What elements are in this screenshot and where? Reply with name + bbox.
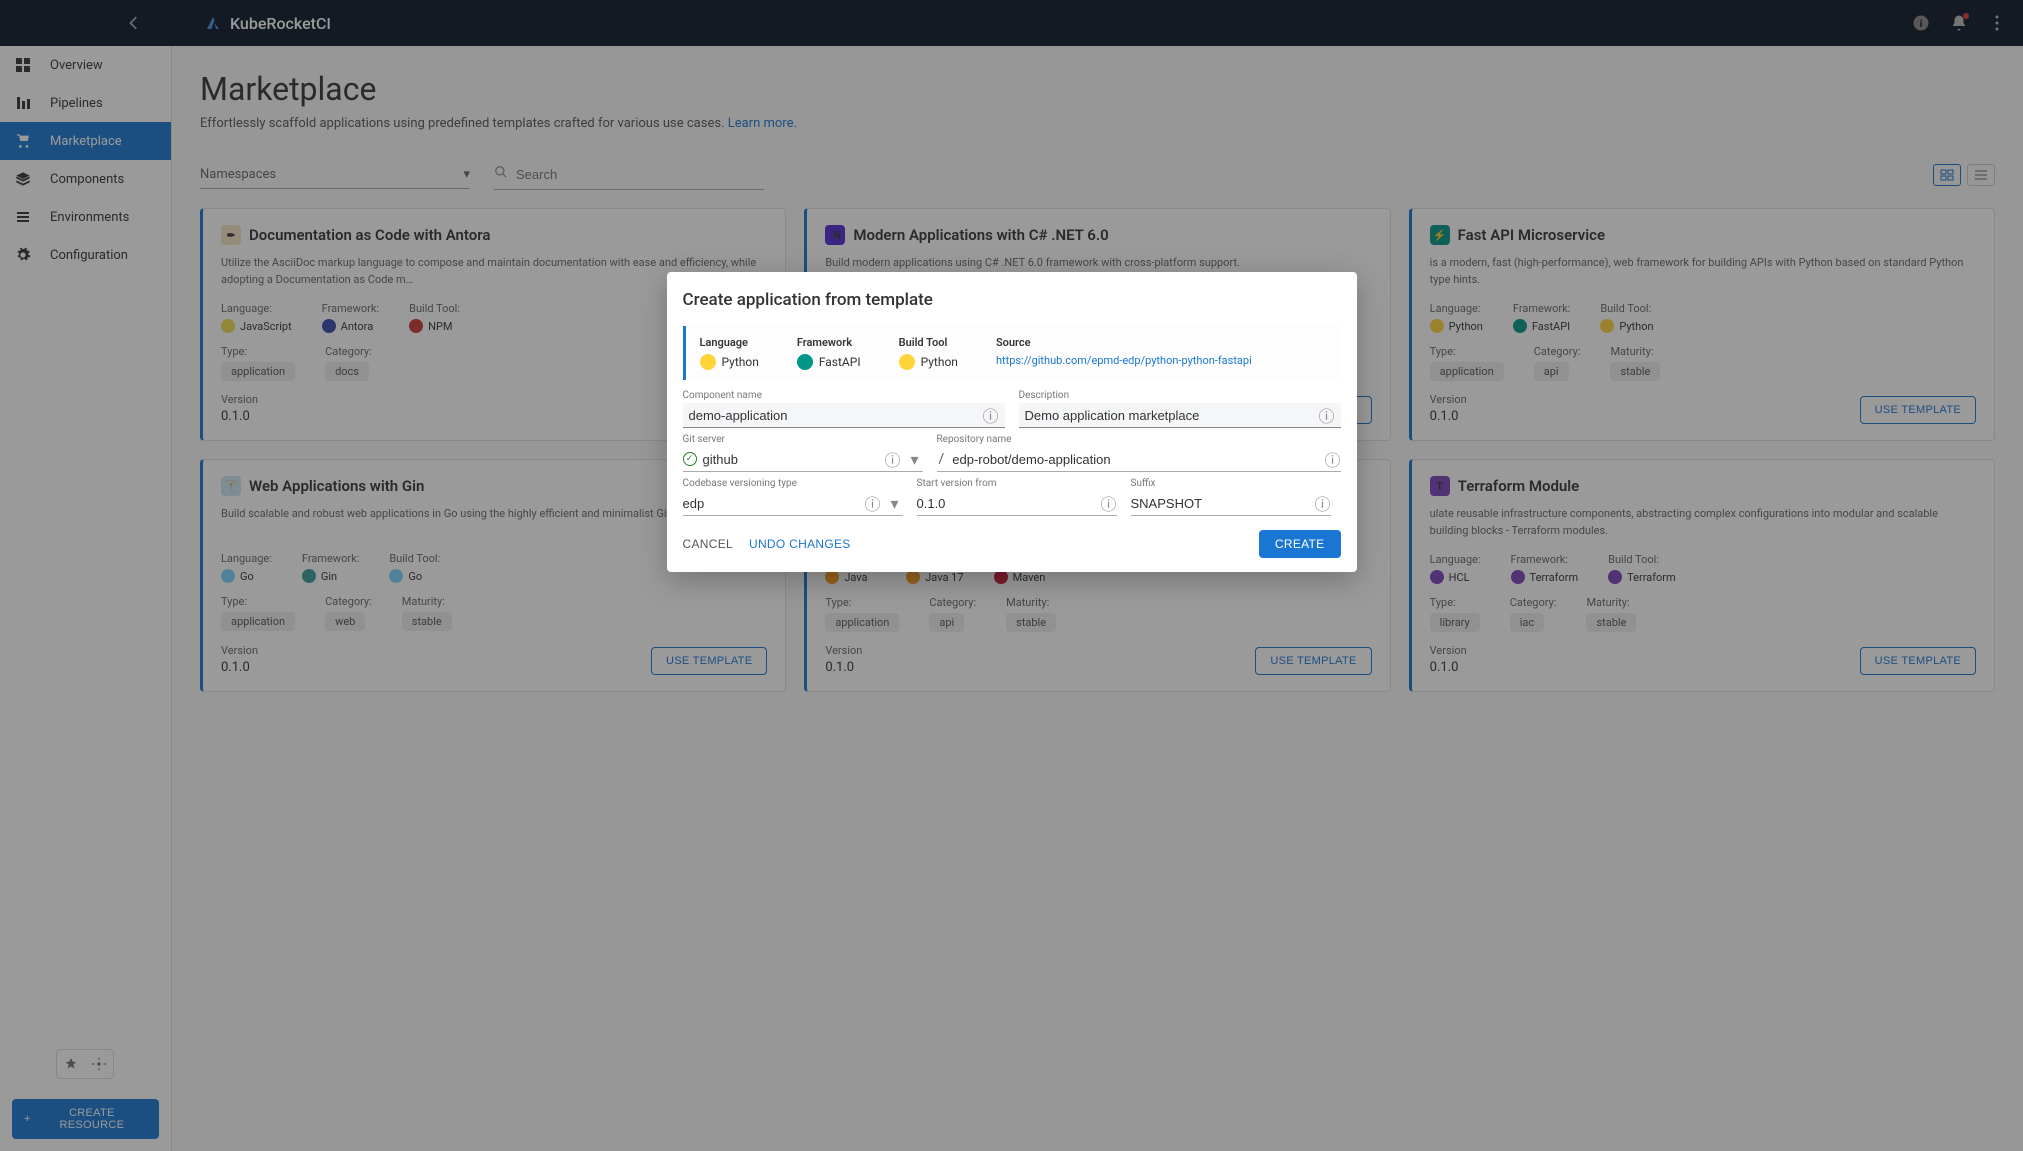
git-server-input[interactable] — [703, 452, 879, 467]
start-version-input[interactable] — [917, 496, 1095, 511]
suffix-label: Suffix — [1131, 478, 1331, 489]
versioning-label: Codebase versioning type — [683, 478, 903, 489]
slash-prefix: / — [937, 451, 947, 467]
undo-changes-button[interactable]: UNDO CHANGES — [749, 537, 851, 551]
git-server-label: Git server — [683, 434, 923, 445]
info-icon[interactable]: ⓘ — [1315, 495, 1331, 511]
create-application-modal: Create application from template Languag… — [667, 272, 1357, 572]
chevron-down-icon[interactable]: ▾ — [887, 495, 903, 511]
chevron-down-icon[interactable]: ▾ — [907, 451, 923, 467]
info-framework-label: Framework — [797, 336, 861, 349]
info-icon[interactable]: ⓘ — [865, 495, 881, 511]
suffix-input[interactable] — [1131, 496, 1309, 511]
python-icon — [899, 354, 915, 370]
info-source-label: Source — [996, 336, 1252, 349]
description-label: Description — [1019, 390, 1341, 401]
versioning-input[interactable] — [683, 496, 859, 511]
repo-name-label: Repository name — [937, 434, 1341, 445]
repo-name-input[interactable] — [952, 452, 1318, 467]
component-name-input[interactable] — [689, 408, 977, 423]
cancel-button[interactable]: CANCEL — [683, 537, 733, 551]
info-icon[interactable]: ⓘ — [1325, 451, 1341, 467]
python-icon — [700, 354, 716, 370]
create-button[interactable]: CREATE — [1259, 530, 1341, 558]
component-name-label: Component name — [683, 390, 1005, 401]
source-link[interactable]: https://github.com/epmd-edp/python-pytho… — [996, 354, 1252, 367]
info-icon[interactable]: ⓘ — [1101, 495, 1117, 511]
modal-overlay[interactable]: Create application from template Languag… — [0, 0, 2023, 1151]
fastapi-icon — [797, 354, 813, 370]
check-icon: ✓ — [683, 452, 697, 466]
template-info-panel: Language Python Framework FastAPI Build … — [683, 326, 1341, 380]
info-buildtool-label: Build Tool — [899, 336, 958, 349]
start-version-label: Start version from — [917, 478, 1117, 489]
info-icon[interactable]: ⓘ — [1319, 407, 1335, 423]
info-icon[interactable]: ⓘ — [885, 451, 901, 467]
info-icon[interactable]: ⓘ — [983, 407, 999, 423]
info-language-label: Language — [700, 336, 759, 349]
description-input[interactable] — [1025, 408, 1313, 423]
modal-title: Create application from template — [683, 290, 1341, 310]
